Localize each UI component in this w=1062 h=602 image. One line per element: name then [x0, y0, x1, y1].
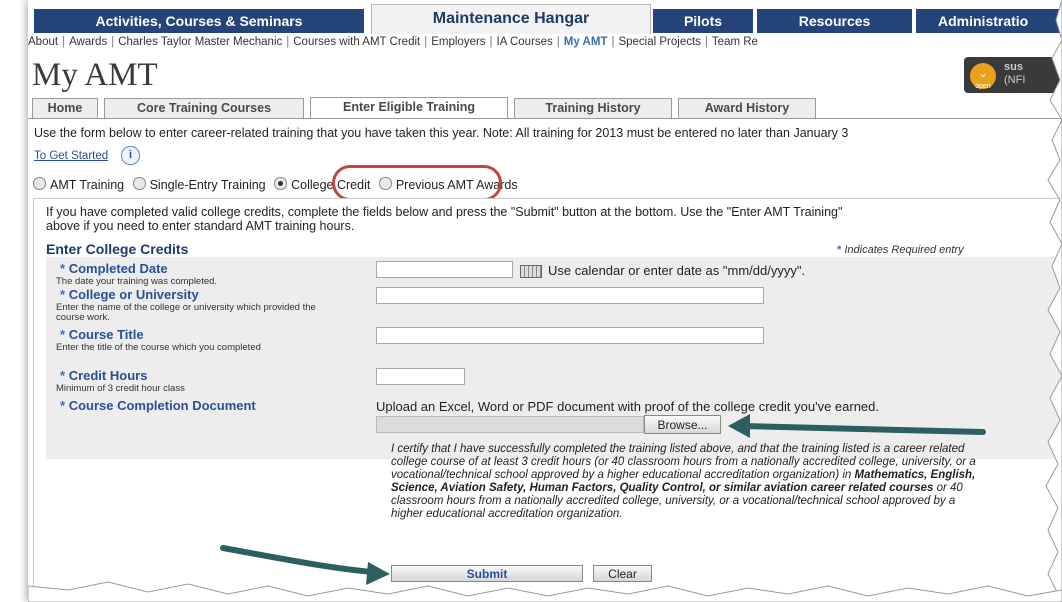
- torn-edge-decoration: [28, 0, 1062, 602]
- browser-frame: Activities, Courses & Seminars Maintenan…: [28, 0, 1062, 602]
